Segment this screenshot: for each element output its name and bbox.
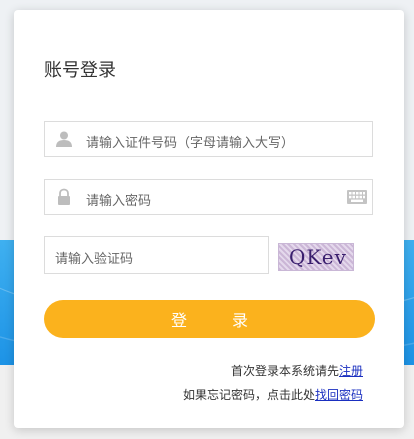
register-prompt: 首次登录本系统请先 (230, 364, 339, 378)
captcha-text: QKev (289, 245, 347, 269)
register-link[interactable]: 注册 (339, 364, 363, 378)
login-button[interactable]: 登 录 (44, 300, 375, 338)
username-placeholder: 请输入证件号码（字母请输入大写） (86, 136, 295, 151)
forgot-password-hint: 如果忘记密码，点击此处找回密码 (183, 386, 363, 403)
password-field[interactable]: 请输入密码 (44, 179, 373, 215)
password-placeholder: 请输入密码 (86, 194, 152, 209)
forgot-password-link[interactable]: 找回密码 (315, 388, 363, 402)
lock-icon (58, 188, 70, 205)
user-icon (56, 131, 72, 147)
forgot-prompt: 如果忘记密码，点击此处 (182, 388, 315, 402)
register-hint: 首次登录本系统请先注册 (231, 362, 363, 379)
captcha-placeholder: 请输入验证码 (55, 252, 134, 267)
keyboard-icon[interactable] (347, 190, 367, 204)
captcha-field[interactable]: 请输入验证码 (44, 236, 269, 274)
captcha-image[interactable]: QKev (278, 243, 354, 271)
login-card: 账号登录 请输入证件号码（字母请输入大写） 请输入密码 请输入验证码 QKev … (14, 10, 404, 428)
login-title: 账号登录 (44, 60, 116, 81)
username-field[interactable]: 请输入证件号码（字母请输入大写） (44, 121, 373, 157)
